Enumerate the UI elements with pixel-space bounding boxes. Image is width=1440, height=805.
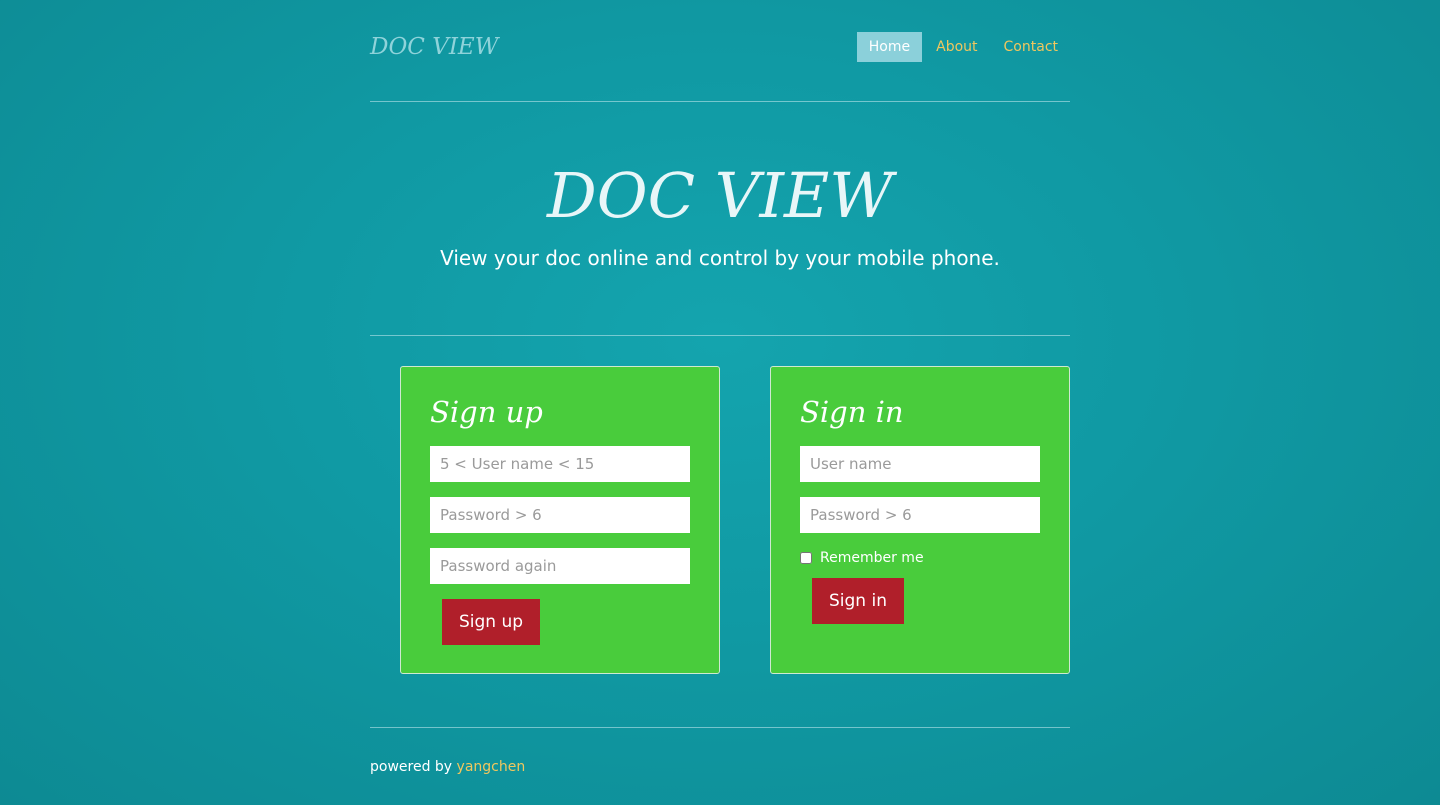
signin-button[interactable]: Sign in [812, 578, 904, 624]
footer: powered by yangchen [370, 759, 525, 775]
top-nav: Home About Contact [855, 32, 1070, 62]
signup-title: Sign up [430, 395, 543, 429]
nav-item-home[interactable]: Home [856, 32, 923, 62]
signin-title: Sign in [800, 395, 904, 429]
nav-item-contact[interactable]: Contact [992, 32, 1070, 62]
brand-logo[interactable]: DOC VIEW [370, 34, 498, 60]
hero-title: DOC VIEW [547, 159, 893, 232]
footer-author-link[interactable]: yangchen [457, 759, 526, 775]
signup-card: Sign up Sign up [400, 366, 720, 674]
signup-button[interactable]: Sign up [442, 599, 541, 645]
hero-divider [370, 335, 1070, 336]
footer-divider [370, 727, 1070, 728]
remember-me-label: Remember me [820, 550, 924, 566]
footer-prefix: powered by [370, 759, 453, 775]
hero-subtitle: View your doc online and control by your… [440, 246, 1000, 270]
signin-username-input[interactable] [800, 446, 1040, 482]
signup-password-again-input[interactable] [430, 548, 690, 584]
remember-me[interactable]: Remember me [800, 550, 924, 566]
signup-username-input[interactable] [430, 446, 690, 482]
header-divider [370, 101, 1070, 102]
signup-password-input[interactable] [430, 497, 690, 533]
nav-item-about[interactable]: About [924, 32, 989, 62]
page-container: DOC VIEW Home About Contact DOC VIEW Vie… [370, 0, 1070, 805]
signin-password-input[interactable] [800, 497, 1040, 533]
remember-me-checkbox[interactable] [800, 552, 812, 564]
signin-card: Sign in Remember me Sign in [770, 366, 1070, 674]
